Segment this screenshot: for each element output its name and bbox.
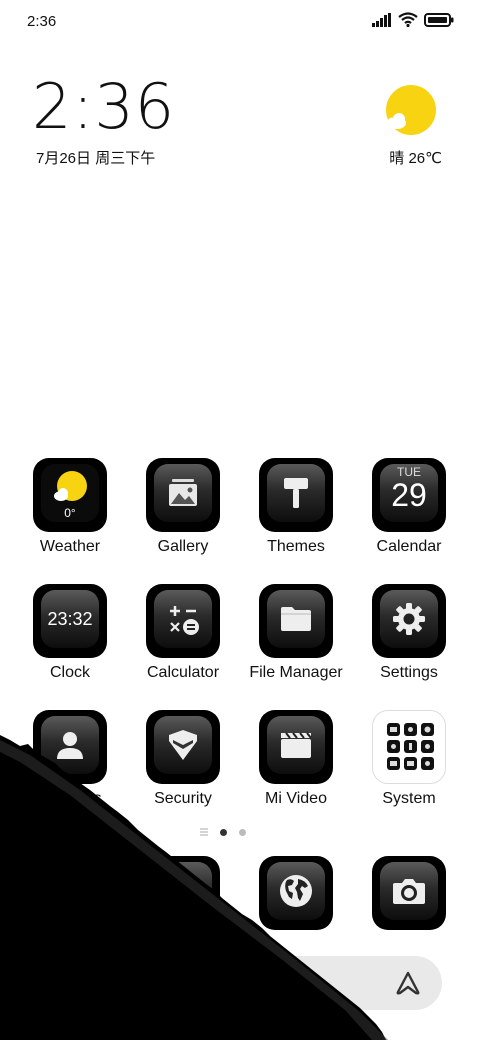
gear-icon — [372, 584, 446, 658]
app-clock[interactable]: 23:32 Clock — [14, 584, 126, 682]
clock-widget-date: 7月26日 周三下午 — [36, 150, 156, 167]
app-label: Settings — [380, 664, 438, 681]
app-folder-icon — [372, 710, 446, 784]
signal-icon — [372, 12, 391, 27]
app-label: Mi Video — [265, 790, 327, 807]
battery-icon — [424, 12, 454, 27]
sun-cloud-icon — [385, 84, 437, 136]
assistant-icon[interactable] — [394, 970, 422, 996]
message-icon — [146, 856, 220, 930]
app-label: Contacts — [38, 790, 102, 807]
calculator-icon — [146, 584, 220, 658]
app-label: Gallery — [157, 538, 209, 555]
clock-app-time: 23:32 — [47, 608, 93, 629]
status-time: 2:36 — [27, 13, 57, 30]
app-settings[interactable]: Settings — [353, 584, 465, 682]
weather-icon: 0° — [33, 458, 107, 532]
status-icons — [372, 12, 454, 27]
weather-widget-text: 晴 26℃ — [389, 150, 442, 167]
shield-icon — [146, 710, 220, 784]
page-dot[interactable] — [239, 828, 246, 836]
dock-camera[interactable] — [353, 856, 465, 930]
app-label: Security — [154, 790, 212, 807]
phone-icon — [33, 856, 107, 930]
app-contacts[interactable]: Contacts — [14, 710, 126, 808]
app-calculator[interactable]: Calculator — [127, 584, 239, 682]
dock-messages[interactable] — [127, 856, 239, 930]
page-list-icon[interactable] — [200, 828, 208, 836]
dock-phone[interactable] — [14, 856, 126, 930]
app-file-manager[interactable]: File Manager — [240, 584, 352, 682]
page-dot-active[interactable] — [220, 828, 227, 836]
gallery-icon — [146, 458, 220, 532]
weather-widget[interactable] — [376, 84, 446, 136]
app-gallery[interactable]: Gallery — [127, 458, 239, 556]
app-weather[interactable]: 0° Weather — [14, 458, 126, 556]
wifi-icon — [398, 12, 418, 27]
camera-icon — [372, 856, 446, 930]
app-system-folder[interactable]: System — [353, 710, 465, 808]
app-security[interactable]: Security — [127, 710, 239, 808]
app-themes[interactable]: Themes — [240, 458, 352, 556]
clapperboard-icon — [259, 710, 333, 784]
app-label: Calculator — [146, 664, 220, 681]
page-indicator[interactable] — [200, 828, 246, 836]
app-label: File Manager — [249, 664, 343, 681]
weather-app-temp: 0° — [64, 505, 76, 520]
calendar-day: 29 — [391, 477, 427, 514]
app-mi-video[interactable]: Mi Video — [240, 710, 352, 808]
status-bar: 2:36 — [0, 0, 480, 44]
dock-browser[interactable] — [240, 856, 352, 930]
search-icon[interactable] — [60, 972, 82, 994]
app-label: Weather — [39, 538, 101, 555]
app-label: System — [382, 790, 436, 807]
contact-icon — [33, 710, 107, 784]
globe-icon — [259, 856, 333, 930]
app-label: Calendar — [376, 538, 442, 555]
app-calendar[interactable]: TUE 29 Calendar — [353, 458, 465, 556]
calendar-icon: TUE 29 — [372, 458, 446, 532]
app-label: Clock — [49, 664, 90, 681]
folder-icon — [259, 584, 333, 658]
paint-roller-icon — [259, 458, 333, 532]
search-bar[interactable] — [38, 956, 442, 1010]
clock-widget-time[interactable]: 2:36 — [32, 76, 175, 138]
clock-icon: 23:32 — [33, 584, 107, 658]
app-label: Themes — [267, 538, 325, 555]
